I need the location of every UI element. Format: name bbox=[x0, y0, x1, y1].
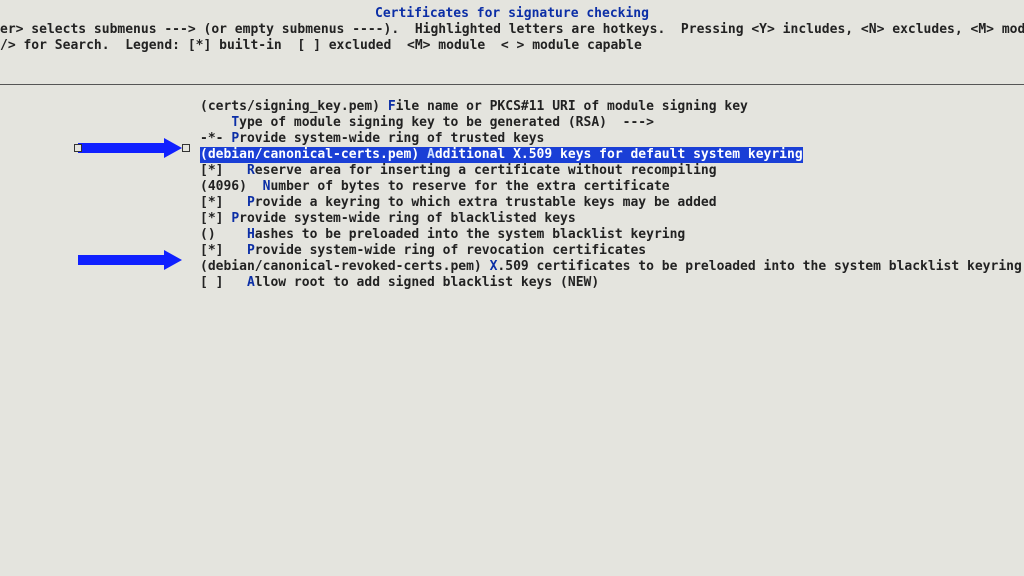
menu-item-hotkey: A bbox=[427, 147, 435, 162]
menu-item-prefix: () bbox=[200, 227, 247, 242]
menu-item-label: ashes to be preloaded into the system bl… bbox=[255, 227, 685, 242]
menu-item[interactable]: [*] Reserve area for inserting a certifi… bbox=[200, 163, 1022, 179]
selection-handle-icon bbox=[182, 144, 190, 152]
divider bbox=[0, 84, 1024, 85]
menu-item-label: .509 certificates to be preloaded into t… bbox=[497, 259, 1021, 274]
menu-item-label: rovide system-wide ring of revocation ce… bbox=[255, 243, 646, 258]
menu-item[interactable]: -*- Provide system-wide ring of trusted … bbox=[200, 131, 1022, 147]
menu-item[interactable]: (4096) Number of bytes to reserve for th… bbox=[200, 179, 1022, 195]
menu-item-prefix bbox=[200, 115, 231, 130]
menu-item-hotkey: P bbox=[231, 211, 239, 226]
menu-item-hotkey: F bbox=[388, 99, 396, 114]
menu-item-label: rovide system-wide ring of trusted keys bbox=[239, 131, 544, 146]
menu-item[interactable]: (debian/canonical-revoked-certs.pem) X.5… bbox=[200, 259, 1022, 275]
menu-item[interactable]: (certs/signing_key.pem) File name or PKC… bbox=[200, 99, 1022, 115]
menu-item-label: ype of module signing key to be generate… bbox=[239, 115, 654, 130]
menu-item-hotkey: P bbox=[247, 195, 255, 210]
menu-item-label: rovide system-wide ring of blacklisted k… bbox=[239, 211, 576, 226]
page-title: Certificates for signature checking bbox=[0, 6, 1024, 22]
menu-item-label: llow root to add signed blacklist keys (… bbox=[255, 275, 599, 290]
menu-item[interactable]: [*] Provide system-wide ring of revocati… bbox=[200, 243, 1022, 259]
menu-item-prefix: (debian/canonical-certs.pem) bbox=[200, 147, 427, 162]
menu-item-prefix: [*] bbox=[200, 243, 247, 258]
menu-item[interactable]: [*] Provide a keyring to which extra tru… bbox=[200, 195, 1022, 211]
menu-item-hotkey: R bbox=[247, 163, 255, 178]
menu-item-prefix: -*- bbox=[200, 131, 231, 146]
help-text: er> selects submenus ---> (or empty subm… bbox=[0, 22, 1024, 54]
menu-item[interactable]: [*] Provide system-wide ring of blacklis… bbox=[200, 211, 1022, 227]
menu-item-label: dditional X.509 keys for default system … bbox=[435, 147, 803, 162]
menu-item-label: umber of bytes to reserve for the extra … bbox=[270, 179, 669, 194]
menu-item[interactable]: Type of module signing key to be generat… bbox=[200, 115, 1022, 131]
menu-item-prefix: (4096) bbox=[200, 179, 263, 194]
selection-handle-icon bbox=[74, 144, 82, 152]
menu-item-hotkey: P bbox=[231, 131, 239, 146]
menu-item-label: eserve area for inserting a certificate … bbox=[255, 163, 717, 178]
menu-item-hotkey: H bbox=[247, 227, 255, 242]
menu-item-prefix: [*] bbox=[200, 163, 247, 178]
menu-item-prefix: [*] bbox=[200, 195, 247, 210]
menu-item[interactable]: () Hashes to be preloaded into the syste… bbox=[200, 227, 1022, 243]
menu-item-prefix: (certs/signing_key.pem) bbox=[200, 99, 388, 114]
menu-item-prefix: [*] bbox=[200, 211, 231, 226]
menu-item[interactable]: (debian/canonical-certs.pem) Additional … bbox=[200, 147, 1022, 163]
menu-item-label: rovide a keyring to which extra trustabl… bbox=[255, 195, 717, 210]
menu-item-prefix: [ ] bbox=[200, 275, 247, 290]
menu-item-label: ile name or PKCS#11 URI of module signin… bbox=[396, 99, 748, 114]
help-line-1: er> selects submenus ---> (or empty subm… bbox=[0, 22, 1024, 37]
menu-item-prefix: (debian/canonical-revoked-certs.pem) bbox=[200, 259, 490, 274]
config-menu[interactable]: (certs/signing_key.pem) File name or PKC… bbox=[200, 99, 1022, 291]
menu-item[interactable]: [ ] Allow root to add signed blacklist k… bbox=[200, 275, 1022, 291]
menu-item-hotkey: A bbox=[247, 275, 255, 290]
help-line-2: /> for Search. Legend: [*] built-in [ ] … bbox=[0, 38, 642, 53]
menu-item-hotkey: P bbox=[247, 243, 255, 258]
menu-item-hotkey: T bbox=[231, 115, 239, 130]
